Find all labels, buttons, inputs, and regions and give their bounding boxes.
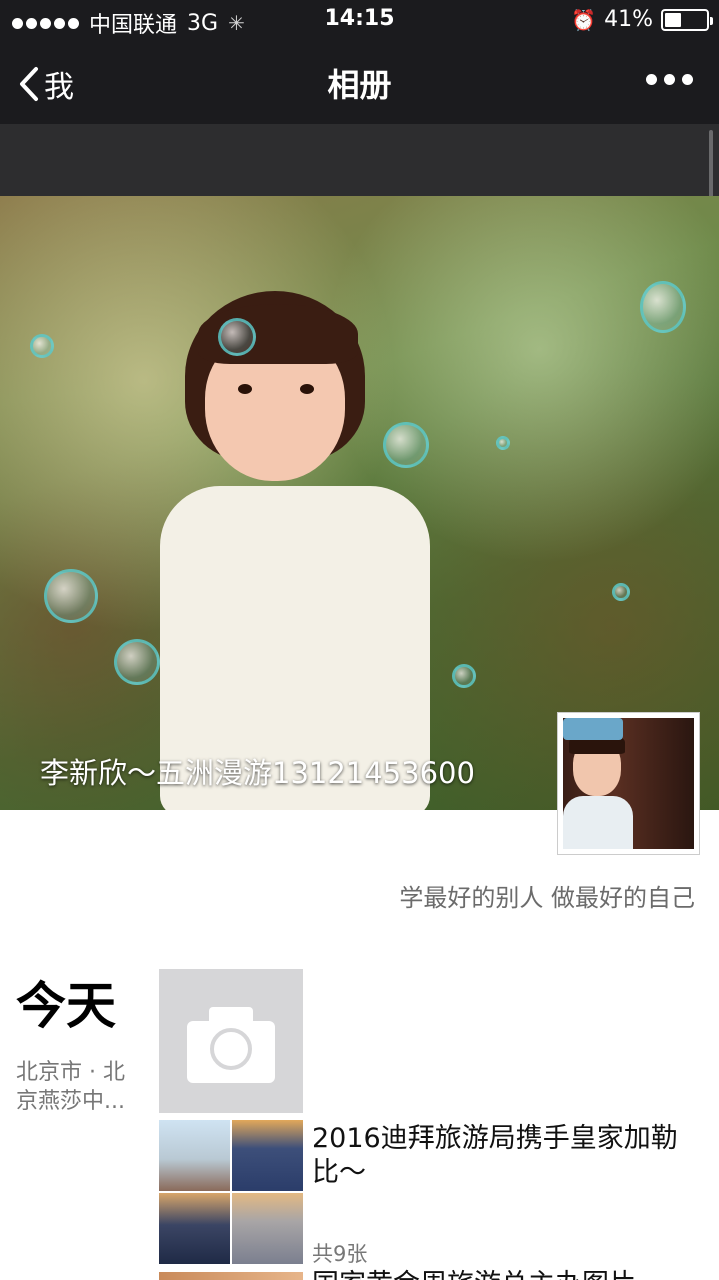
pull-down-area: [0, 124, 719, 196]
bubble: [640, 281, 686, 333]
add-photo-button[interactable]: [159, 969, 303, 1113]
bubble: [612, 583, 630, 601]
location-label[interactable]: 北京市 · 北京燕莎中...: [16, 1058, 146, 1116]
post-title[interactable]: 2016迪拜旅游局携手皇家加勒比～: [312, 1122, 704, 1190]
alarm-icon: ⏰: [571, 7, 597, 32]
bubble: [383, 422, 429, 468]
battery-icon: [661, 8, 713, 31]
status-bar: 中国联通 3G ✳ 14:15 ⏰ 41%: [0, 0, 719, 40]
album-page: 中国联通 3G ✳ 14:15 ⏰ 41% 我 相册 李新欣～五洲漫游13121…: [0, 0, 719, 1280]
more-options-button[interactable]: [646, 74, 693, 85]
post-title[interactable]: 国家黄金周旅游总主办图片: [312, 1268, 704, 1280]
bubble: [114, 639, 160, 685]
bubble: [30, 334, 54, 358]
cover-subject-eye: [300, 384, 314, 394]
post-thumbnail: [232, 1120, 303, 1191]
bubble: [218, 318, 256, 356]
bubble: [496, 436, 510, 450]
status-right: ⏰ 41%: [571, 7, 713, 32]
camera-lens: [210, 1028, 252, 1070]
more-dots-icon: [646, 74, 657, 85]
post-thumbnail: [159, 1193, 230, 1264]
post-thumbnail: [232, 1193, 303, 1264]
cover-name-text: 李新欣～五洲漫游13121453600: [40, 756, 475, 790]
navigation-bar: 我 相册: [0, 40, 719, 124]
post-thumbnail-grid[interactable]: [159, 1120, 303, 1264]
profile-signature: 学最好的别人 做最好的自己: [399, 884, 695, 912]
avatar[interactable]: [557, 712, 700, 855]
battery-percent: 41%: [604, 7, 653, 32]
post-thumbnail[interactable]: [159, 1272, 303, 1280]
avatar-image: [563, 718, 694, 849]
bubble: [452, 664, 476, 688]
bubble: [44, 569, 98, 623]
page-title: 相册: [327, 66, 392, 104]
battery-level: [665, 12, 682, 27]
day-label: 今天: [16, 977, 116, 1035]
post-thumbnail: [159, 1120, 230, 1191]
post-photo-count: 共9张: [312, 1242, 368, 1266]
cover-subject-eye: [238, 384, 252, 394]
